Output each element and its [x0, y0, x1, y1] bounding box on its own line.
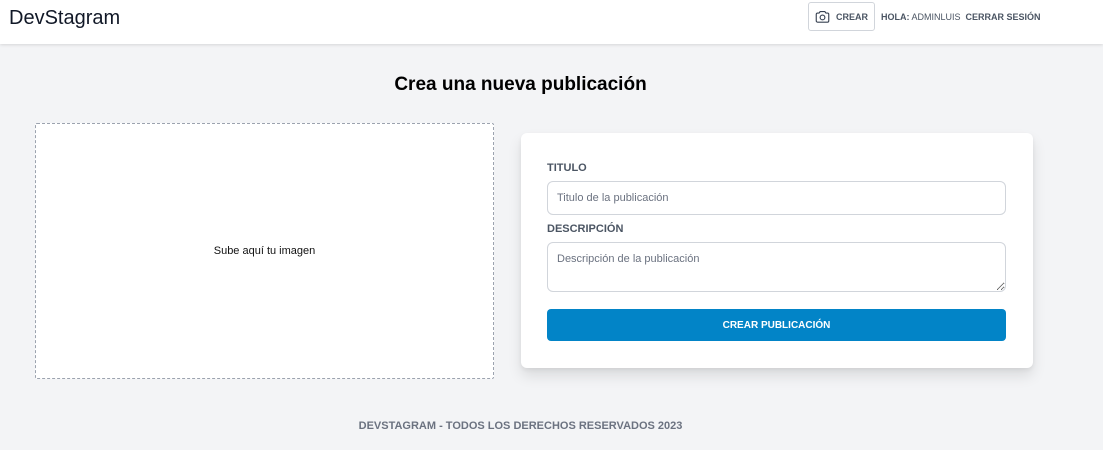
logout-button[interactable]: CERRAR SESIÓN — [966, 12, 1041, 22]
top-navbar: DevStagram CREAR HOLA: ADMINLUIS CERRAR … — [0, 0, 1103, 44]
create-post-label: CREAR — [836, 11, 869, 22]
brand-logo[interactable]: DevStagram — [9, 7, 120, 30]
camera-icon — [815, 10, 830, 23]
footer: DEVSTAGRAM - TODOS LOS DERECHOS RESERVAD… — [0, 420, 1041, 432]
create-post-button[interactable]: CREAR — [808, 2, 876, 31]
greeting-prefix: HOLA: — [881, 11, 910, 22]
description-textarea[interactable] — [547, 242, 1006, 292]
copyright-text: DEVSTAGRAM - TODOS LOS DERECHOS RESERVAD… — [358, 420, 683, 432]
title-field-label: TITULO — [547, 162, 587, 174]
post-form: TITULO DESCRIPCIÓN CREAR PUBLICACIÓN — [521, 133, 1033, 368]
page-title: Crea una nueva publicación — [394, 74, 647, 95]
title-input[interactable] — [547, 181, 1006, 215]
description-field-label: DESCRIPCIÓN — [547, 223, 624, 235]
dropzone-text: Sube aquí tu imagen — [213, 245, 316, 257]
user-nav: CREAR HOLA: ADMINLUIS CERRAR SESIÓN — [808, 2, 1041, 31]
submit-post-button[interactable]: CREAR PUBLICACIÓN — [547, 309, 1006, 341]
username[interactable]: ADMINLUIS — [912, 12, 961, 22]
image-dropzone[interactable]: Sube aquí tu imagen — [35, 123, 494, 379]
user-greeting: HOLA: ADMINLUIS — [881, 12, 961, 22]
